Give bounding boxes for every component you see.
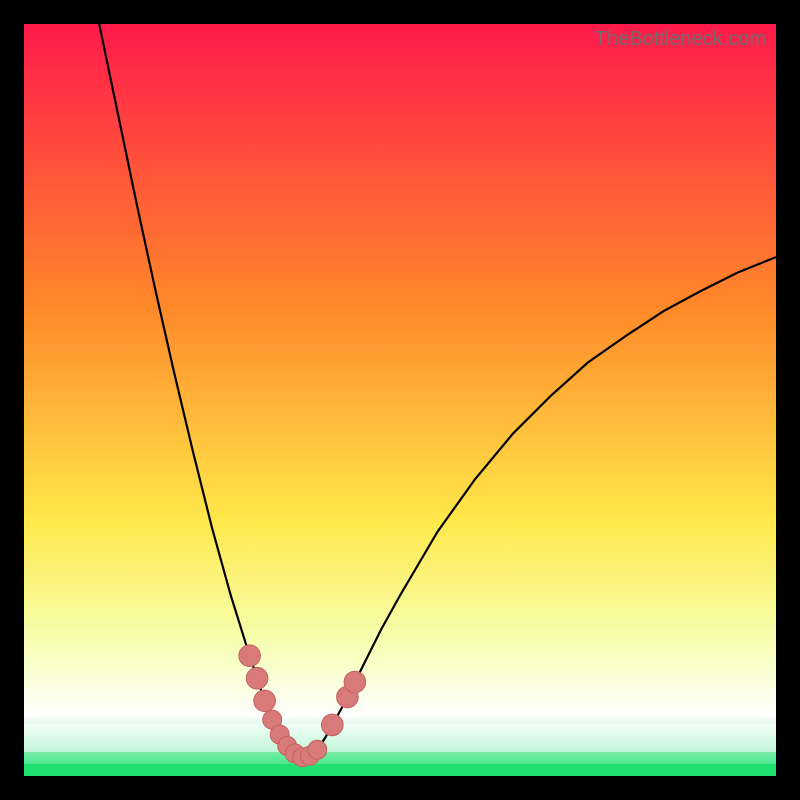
- green-strip: [24, 764, 776, 776]
- chart-frame: TheBottleneck.com: [24, 24, 776, 776]
- curve-marker: [344, 671, 366, 693]
- curve-marker: [322, 714, 344, 736]
- gradient-bg: [24, 24, 776, 776]
- curve-marker: [239, 645, 261, 667]
- white-strip: [24, 724, 776, 752]
- curve-marker: [246, 667, 268, 689]
- watermark-text: TheBottleneck.com: [595, 28, 766, 51]
- curve-marker: [308, 740, 327, 759]
- bottleneck-chart: [24, 24, 776, 776]
- curve-marker: [254, 690, 276, 712]
